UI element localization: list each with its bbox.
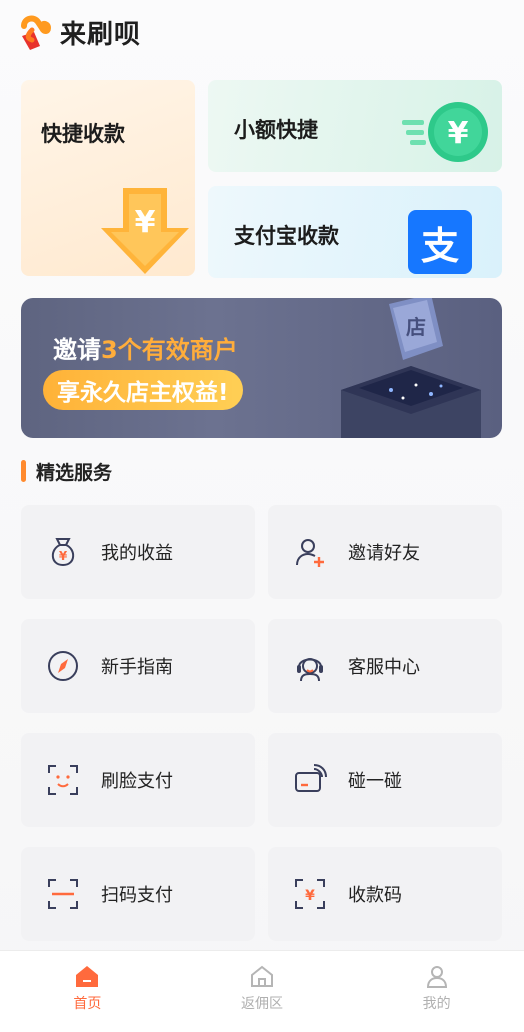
service-beginner-guide[interactable]: 新手指南	[21, 619, 255, 713]
bottom-nav: 首页 返佣区 我的	[0, 950, 524, 1032]
add-user-icon	[292, 534, 328, 570]
yuan-down-arrow-icon: ¥	[99, 188, 191, 276]
banner-prefix: 邀请	[53, 336, 101, 364]
store-char: 店	[406, 315, 426, 339]
app-title: 来刷呗	[60, 19, 142, 50]
section-header: 精选服务	[21, 458, 112, 484]
service-label: 收款码	[348, 885, 402, 906]
service-tap-to-pay[interactable]: 碰一碰	[268, 733, 502, 827]
alipay-payment-card[interactable]: 支付宝收款 支	[208, 186, 502, 278]
section-title: 精选服务	[36, 461, 113, 484]
money-bag-icon: ¥	[45, 534, 81, 570]
nav-mine-label: 我的	[422, 996, 451, 1012]
nav-home-label: 首页	[73, 996, 102, 1012]
nav-mine[interactable]: 我的	[349, 951, 524, 1032]
home-icon	[74, 963, 100, 989]
svg-text:¥: ¥	[305, 888, 315, 904]
rebate-house-icon	[249, 963, 275, 989]
yuan-coin-icon: ¥	[402, 96, 492, 166]
app-logo-icon	[18, 12, 52, 52]
scan-icon	[45, 876, 81, 912]
nav-rebate-label: 返佣区	[241, 996, 283, 1012]
nav-rebate[interactable]: 返佣区	[175, 951, 350, 1032]
banner-highlight: 3个有效商户	[101, 336, 238, 364]
small-quick-card[interactable]: 小额快捷 ¥	[208, 80, 502, 172]
app-header: 来刷呗	[18, 10, 141, 54]
service-scan-pay[interactable]: 扫码支付	[21, 847, 255, 941]
svg-text:¥: ¥	[59, 549, 68, 563]
service-label: 碰一碰	[348, 771, 402, 792]
section-accent-bar	[21, 460, 26, 482]
nfc-card-icon	[292, 762, 328, 798]
service-label: 扫码支付	[101, 885, 173, 906]
service-my-earnings[interactable]: ¥ 我的收益	[21, 505, 255, 599]
alipay-icon: 支	[408, 210, 472, 274]
alipay-icon-char: 支	[420, 223, 459, 268]
face-scan-icon	[45, 762, 81, 798]
service-label: 新手指南	[101, 657, 173, 678]
banner-subline: 享永久店主权益!	[57, 380, 229, 406]
headset-icon	[292, 648, 328, 684]
service-label: 刷脸支付	[101, 771, 173, 792]
service-invite-friends[interactable]: 邀请好友	[268, 505, 502, 599]
quick-payment-card[interactable]: 快捷收款 ¥	[21, 80, 195, 276]
invite-banner[interactable]: 邀请3个有效商户 享永久店主权益! 店	[21, 298, 502, 438]
service-label: 邀请好友	[348, 543, 420, 564]
home-screen: 来刷呗 快捷收款 ¥ 小额快捷 ¥ 支付宝收款 支 邀请3个有效商户 享永久店主…	[0, 0, 524, 1032]
payment-code-icon: ¥	[292, 876, 328, 912]
compass-icon	[45, 648, 81, 684]
nav-home[interactable]: 首页	[0, 951, 175, 1032]
service-face-pay[interactable]: 刷脸支付	[21, 733, 255, 827]
service-label: 客服中心	[348, 657, 420, 678]
quick-payment-label: 快捷收款	[41, 122, 125, 146]
service-label: 我的收益	[101, 543, 173, 564]
banner-pill: 享永久店主权益!	[43, 370, 243, 410]
user-icon	[424, 963, 450, 989]
svg-text:¥: ¥	[135, 205, 156, 240]
banner-headline: 邀请3个有效商户	[53, 330, 238, 365]
alipay-payment-label: 支付宝收款	[234, 224, 339, 248]
svg-text:¥: ¥	[448, 116, 469, 151]
store-badge-icon: 店	[321, 298, 501, 438]
small-quick-label: 小额快捷	[234, 118, 318, 142]
service-customer-center[interactable]: 客服中心	[268, 619, 502, 713]
service-payment-code[interactable]: ¥ 收款码	[268, 847, 502, 941]
